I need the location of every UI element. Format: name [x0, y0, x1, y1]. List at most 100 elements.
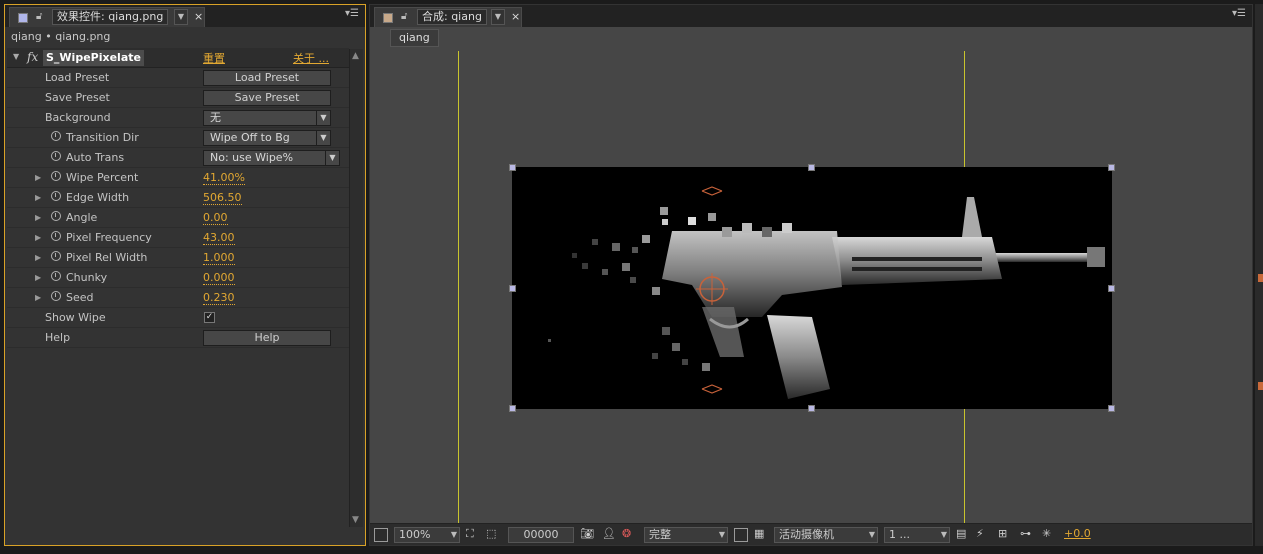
- close-icon[interactable]: ×: [511, 10, 520, 23]
- effect-controls-panel: 🔓︎ 效果控件: qiang.png ▼ × ▾☰ qiang • qiang.…: [4, 4, 366, 546]
- camera-select[interactable]: 活动摄像机 ▼: [774, 527, 878, 543]
- stopwatch-icon[interactable]: [51, 191, 61, 201]
- transform-handle[interactable]: [808, 164, 815, 171]
- stopwatch-icon[interactable]: [51, 251, 61, 261]
- scroll-up-icon[interactable]: ▲: [352, 51, 359, 61]
- transform-handle[interactable]: [509, 164, 516, 171]
- transform-handle[interactable]: [808, 405, 815, 412]
- help-button[interactable]: Help: [203, 330, 331, 346]
- always-preview-icon[interactable]: [374, 528, 388, 542]
- fast-preview-icon[interactable]: ⚡︎: [976, 527, 984, 543]
- lock-icon[interactable]: 🔓︎: [401, 11, 407, 22]
- panel-icon: [18, 13, 28, 23]
- row-help: Help Help: [7, 328, 349, 348]
- fx-icon[interactable]: fx: [27, 50, 38, 64]
- label-transition-dir: Transition Dir: [66, 131, 139, 144]
- row-load-preset: Load Preset Load Preset: [7, 68, 349, 88]
- tab-composition[interactable]: 🔓︎ 合成: qiang ▼ ×: [374, 7, 522, 27]
- transition-dir-select[interactable]: Wipe Off to Bg ▼: [203, 130, 331, 146]
- auto-trans-select[interactable]: No: use Wipe% ▼: [203, 150, 340, 166]
- stopwatch-icon[interactable]: [51, 211, 61, 221]
- save-preset-button[interactable]: Save Preset: [203, 90, 331, 106]
- timeline-icon[interactable]: ⊞: [998, 527, 1007, 543]
- edge-width-value[interactable]: 506.50: [203, 192, 242, 205]
- transform-handle[interactable]: [509, 405, 516, 412]
- chevron-down-icon[interactable]: ▼: [174, 9, 188, 25]
- transform-handle[interactable]: [1108, 405, 1115, 412]
- collapse-triangle-icon[interactable]: ▼: [13, 52, 19, 61]
- close-icon[interactable]: ×: [194, 10, 203, 23]
- label-show-wipe: Show Wipe: [45, 311, 106, 324]
- timecode-field[interactable]: 00000: [508, 527, 574, 543]
- expand-triangle-icon[interactable]: ▶: [35, 233, 41, 242]
- transform-handle[interactable]: [1108, 164, 1115, 171]
- top-control-marker: [701, 186, 723, 196]
- show-wipe-checkbox[interactable]: ✓: [204, 312, 215, 323]
- reset-link[interactable]: 重置: [203, 50, 225, 66]
- zoom-select[interactable]: 100% ▼: [394, 527, 460, 543]
- vertical-scrollbar[interactable]: ▲ ▼: [349, 49, 363, 527]
- lock-icon[interactable]: 🔓︎: [36, 11, 42, 22]
- guide-line-left[interactable]: [458, 51, 459, 523]
- stopwatch-icon[interactable]: [51, 151, 61, 161]
- label-edge-width: Edge Width: [66, 191, 130, 204]
- expand-triangle-icon[interactable]: ▶: [35, 293, 41, 302]
- stopwatch-icon[interactable]: [51, 131, 61, 141]
- tab-title: 合成: qiang: [417, 9, 487, 25]
- stopwatch-icon[interactable]: [51, 291, 61, 301]
- snapshot-camera-icon[interactable]: 📷︎: [580, 527, 594, 543]
- effect-header-row[interactable]: ▼ fx S_WipePixelate 重置 关于 ...: [7, 48, 349, 68]
- show-snapshot-icon[interactable]: 👤︎: [602, 527, 616, 543]
- transform-handle[interactable]: [1108, 285, 1115, 292]
- effect-name[interactable]: S_WipePixelate: [43, 50, 144, 66]
- exposure-value[interactable]: +0.0: [1064, 527, 1091, 543]
- stopwatch-icon[interactable]: [51, 231, 61, 241]
- pixel-rel-width-value[interactable]: 1.000: [203, 252, 235, 265]
- fit-frame-icon[interactable]: ⛶: [466, 527, 474, 543]
- expand-triangle-icon[interactable]: ▶: [35, 273, 41, 282]
- tab-effect-controls[interactable]: 🔓︎ 效果控件: qiang.png ▼ ×: [9, 7, 205, 27]
- panel-menu-icon[interactable]: ▾☰: [345, 8, 359, 19]
- scroll-down-icon[interactable]: ▼: [352, 515, 359, 525]
- chevron-down-icon[interactable]: ▼: [491, 9, 505, 25]
- seed-value[interactable]: 0.230: [203, 292, 235, 305]
- row-chunky: ▶ Chunky 0.000: [7, 268, 349, 288]
- row-edge-width: ▶ Edge Width 506.50: [7, 188, 349, 208]
- composition-subtab[interactable]: qiang: [390, 29, 439, 47]
- rifle-barrel: [992, 253, 1102, 262]
- row-show-wipe: Show Wipe ✓: [7, 308, 349, 328]
- pixel-frequency-value[interactable]: 43.00: [203, 232, 235, 245]
- rifle-muzzle: [1087, 247, 1105, 267]
- background-select[interactable]: 无 ▼: [203, 110, 331, 126]
- flowchart-icon[interactable]: ⊶: [1020, 527, 1031, 543]
- stopwatch-icon[interactable]: [51, 171, 61, 181]
- expand-triangle-icon[interactable]: ▶: [35, 213, 41, 222]
- about-link[interactable]: 关于 ...: [293, 50, 329, 66]
- expand-triangle-icon[interactable]: ▶: [35, 193, 41, 202]
- load-preset-button[interactable]: Load Preset: [203, 70, 331, 86]
- composition-panel: 🔓︎ 合成: qiang ▼ × ▾☰ qiang 100% ▼ ⛶ ⬚ 000…: [369, 4, 1253, 546]
- color-channels-icon[interactable]: ❂: [622, 527, 631, 543]
- resolution-select[interactable]: 完整 ▼: [644, 527, 728, 543]
- chevron-down-icon: ▼: [316, 111, 330, 125]
- chevron-down-icon: ▼: [316, 131, 330, 145]
- transform-handle[interactable]: [509, 285, 516, 292]
- stopwatch-icon[interactable]: [51, 271, 61, 281]
- expand-triangle-icon[interactable]: ▶: [35, 253, 41, 262]
- transparency-grid-icon[interactable]: ▦: [754, 527, 764, 543]
- angle-value[interactable]: 0.00: [203, 212, 228, 225]
- chevron-down-icon: ▼: [718, 530, 725, 539]
- wipe-percent-value[interactable]: 41.00%: [203, 172, 245, 185]
- rifle-layer-image[interactable]: [512, 167, 1112, 409]
- views-select[interactable]: 1 ... ▼: [884, 527, 950, 543]
- label-load-preset: Load Preset: [45, 71, 110, 84]
- label-angle: Angle: [66, 211, 98, 224]
- toggle-pixel-aspect-icon[interactable]: ▤: [956, 527, 966, 543]
- region-of-interest-icon[interactable]: [734, 528, 748, 542]
- safe-area-icon[interactable]: ⬚: [486, 527, 496, 543]
- panel-tab-bar: 🔓︎ 效果控件: qiang.png ▼ × ▾☰: [5, 5, 365, 27]
- chunky-value[interactable]: 0.000: [203, 272, 235, 285]
- panel-menu-icon[interactable]: ▾☰: [1232, 8, 1246, 19]
- expand-triangle-icon[interactable]: ▶: [35, 173, 41, 182]
- reset-exposure-icon[interactable]: ✳︎: [1042, 527, 1051, 543]
